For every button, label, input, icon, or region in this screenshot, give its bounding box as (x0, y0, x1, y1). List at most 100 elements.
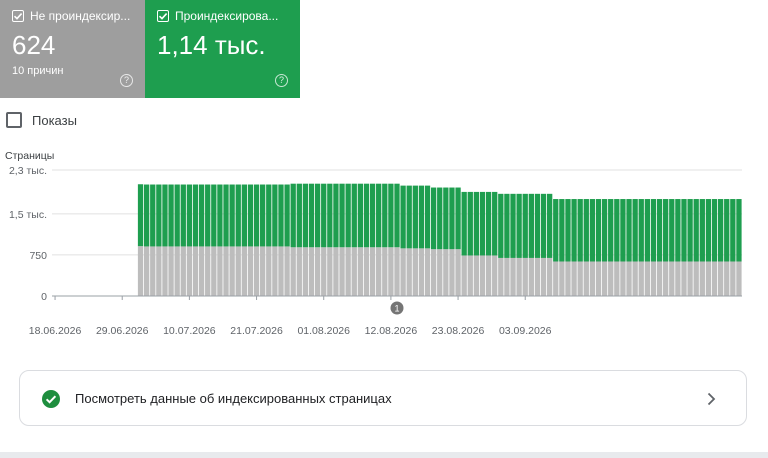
y-tick-label: 750 (29, 250, 47, 262)
bar-indexed (247, 184, 254, 247)
checkbox-unchecked-icon[interactable] (6, 112, 22, 128)
bar-not-indexed (620, 261, 626, 296)
view-indexed-pages-text: Посмотреть данные об индексированных стр… (75, 391, 392, 406)
bar-indexed (327, 183, 333, 248)
bar-not-indexed (388, 247, 394, 296)
bar-not-indexed (656, 261, 663, 296)
help-icon[interactable]: ? (275, 74, 288, 87)
help-icon[interactable]: ? (120, 74, 133, 87)
bar-not-indexed (266, 246, 272, 296)
y-tick-label: 0 (41, 291, 47, 303)
bar-indexed (449, 187, 455, 250)
x-tick-label: 29.06.2026 (96, 325, 149, 337)
bar-not-indexed (571, 261, 577, 296)
bar-not-indexed (260, 246, 266, 296)
bar-indexed (553, 199, 559, 262)
bar-indexed (235, 184, 241, 247)
bar-not-indexed (608, 261, 614, 296)
y-tick-label: 2,3 тыс. (9, 165, 47, 177)
bar-not-indexed (137, 246, 144, 296)
bar-not-indexed (333, 247, 339, 296)
bar-indexed (143, 184, 150, 247)
bar-indexed (339, 183, 345, 248)
bar-indexed (253, 184, 260, 247)
bar-not-indexed (351, 247, 357, 296)
bar-indexed (198, 184, 205, 247)
bar-not-indexed (302, 247, 309, 296)
bar-indexed (180, 184, 186, 247)
bar-indexed (406, 185, 412, 249)
bar-not-indexed (693, 261, 699, 296)
bar-indexed (675, 199, 681, 262)
bar-not-indexed (534, 257, 541, 296)
bar-indexed (357, 183, 364, 248)
bar-not-indexed (504, 257, 510, 296)
bar-not-indexed (357, 247, 364, 296)
bar-not-indexed (492, 255, 498, 296)
tile-indexed[interactable]: Проиндексирова... 1,14 тыс. ? (145, 0, 300, 98)
bar-not-indexed (143, 246, 150, 296)
bar-not-indexed (247, 246, 254, 296)
bar-not-indexed (663, 261, 669, 296)
bar-indexed (211, 184, 217, 247)
bar-indexed (736, 199, 742, 262)
bar-indexed (186, 184, 193, 247)
bar-indexed (626, 199, 632, 262)
bar-indexed (443, 187, 449, 250)
bar-not-indexed (174, 246, 180, 296)
tile-not-indexed[interactable]: Не проиндексир... 624 10 причин ? (0, 0, 145, 98)
bar-indexed (699, 199, 705, 262)
bar-indexed (455, 187, 461, 250)
bar-not-indexed (467, 255, 473, 296)
bar-not-indexed (705, 261, 712, 296)
checkbox-checked-icon[interactable] (157, 10, 169, 22)
bar-indexed (565, 199, 571, 262)
bar-not-indexed (443, 249, 449, 296)
tile-not-indexed-label: Не проиндексир... (30, 9, 131, 23)
bar-not-indexed (412, 248, 418, 296)
bar-indexed (321, 183, 327, 248)
bar-not-indexed (577, 261, 583, 296)
bar-not-indexed (583, 261, 589, 296)
bar-indexed (369, 183, 376, 248)
bar-indexed (479, 191, 486, 256)
bar-not-indexed (479, 255, 486, 296)
bar-indexed (156, 184, 162, 247)
bar-not-indexed (632, 261, 638, 296)
bar-indexed (473, 191, 480, 256)
bar-indexed (217, 184, 223, 247)
bar-not-indexed (156, 246, 162, 296)
bar-indexed (150, 184, 156, 247)
impressions-toggle[interactable]: Показы (6, 112, 77, 128)
bar-indexed (260, 184, 266, 247)
bar-indexed (589, 199, 596, 262)
bar-not-indexed (180, 246, 186, 296)
bar-not-indexed (559, 261, 565, 296)
bar-not-indexed (400, 248, 406, 296)
bar-not-indexed (724, 261, 730, 296)
bar-indexed (168, 184, 174, 247)
bar-not-indexed (424, 248, 431, 296)
tile-indexed-label: Проиндексирова... (175, 9, 279, 23)
bar-not-indexed (461, 255, 467, 296)
bar-not-indexed (553, 261, 559, 296)
bar-not-indexed (418, 248, 425, 296)
bar-indexed (485, 191, 492, 256)
x-tick-label: 12.08.2026 (365, 325, 418, 337)
bar-not-indexed (595, 261, 602, 296)
bar-not-indexed (528, 257, 534, 296)
check-circle-icon (42, 390, 60, 408)
view-indexed-pages-link[interactable]: Посмотреть данные об индексированных стр… (19, 370, 747, 426)
tile-not-indexed-value: 624 (12, 30, 56, 60)
bar-indexed (705, 199, 712, 262)
bar-indexed (528, 193, 534, 258)
bar-not-indexed (235, 246, 241, 296)
checkbox-checked-icon[interactable] (12, 10, 24, 22)
bar-indexed (272, 184, 278, 247)
bar-not-indexed (162, 246, 168, 296)
bar-not-indexed (150, 246, 156, 296)
bar-not-indexed (327, 247, 333, 296)
x-tick-label: 21.07.2026 (230, 325, 283, 337)
page-bottom-strip (0, 452, 768, 458)
bar-not-indexed (736, 261, 742, 296)
